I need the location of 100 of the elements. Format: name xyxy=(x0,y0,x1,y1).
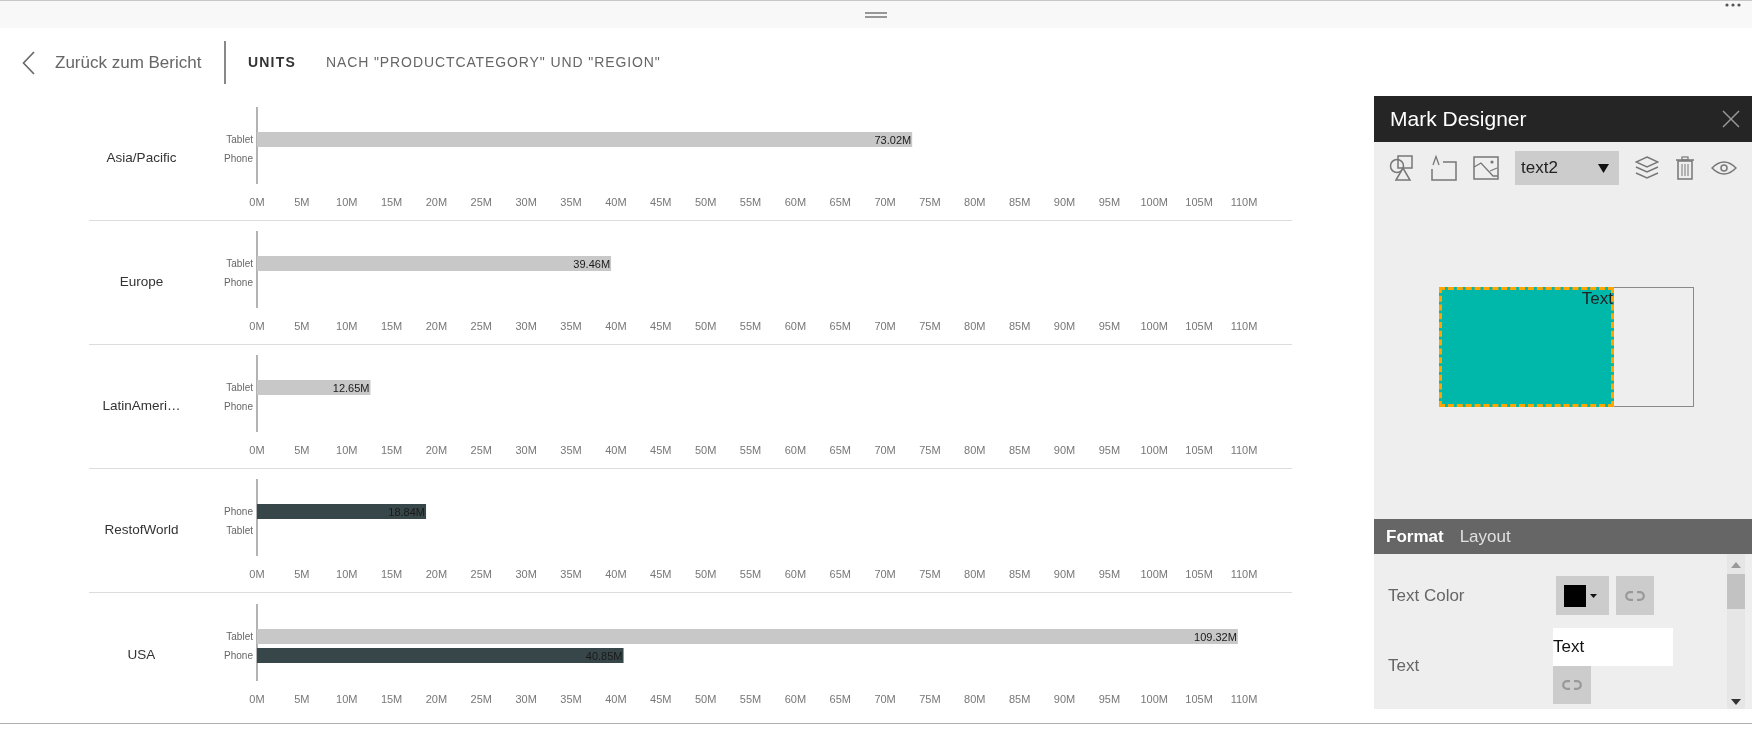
tick-label: 95M xyxy=(1098,196,1121,208)
tick-label: 65M xyxy=(829,568,851,580)
tab[interactable]: Format xyxy=(1380,523,1450,550)
tick-label: 85M xyxy=(1009,568,1031,580)
scrollbar[interactable] xyxy=(1727,554,1745,709)
tick-label: 90M xyxy=(1053,196,1076,208)
tick-label: 5M xyxy=(294,568,310,580)
tick-label: 85M xyxy=(1009,196,1031,208)
tick-label: 10M xyxy=(336,320,358,332)
tick-label: 50M xyxy=(694,692,717,705)
shapes-icon[interactable] xyxy=(1389,155,1415,181)
tick-label: 10M xyxy=(336,568,358,580)
back-link[interactable]: Zurück zum Bericht xyxy=(22,49,202,76)
tick-label: 70M xyxy=(874,444,896,456)
chart-title: LatinAmeri… xyxy=(101,397,182,416)
tick-label: 105M xyxy=(1185,444,1213,456)
trash-icon[interactable] xyxy=(1675,156,1695,180)
tick-label: 80M xyxy=(964,320,986,332)
tick-label: 60M xyxy=(784,692,807,705)
layers-icon[interactable] xyxy=(1635,156,1659,180)
tick-label: 80M xyxy=(964,568,986,580)
scroll-up-icon[interactable] xyxy=(1731,562,1741,568)
drag-handle-icon[interactable] xyxy=(865,11,887,18)
tick-label: 110M xyxy=(1230,320,1258,332)
tick-label: 25M xyxy=(470,320,492,332)
tick-label: 55M xyxy=(739,568,762,580)
more-options-icon[interactable] xyxy=(1725,2,1741,7)
tick-label: 100M xyxy=(1140,320,1169,332)
color-picker-button[interactable] xyxy=(1556,576,1609,615)
tick-label: 95M xyxy=(1098,568,1121,580)
tick-label: 90M xyxy=(1053,320,1076,332)
tick-label: 105M xyxy=(1185,320,1213,332)
tick-label: 75M xyxy=(919,568,941,580)
chart-title: Asia/Pacific xyxy=(105,149,178,168)
link-icon xyxy=(1625,590,1645,601)
mark-dropdown[interactable]: text2 xyxy=(1515,151,1619,185)
tick-label: 5M xyxy=(294,444,310,456)
tick-label: 100M xyxy=(1140,568,1169,580)
tick-label: 15M xyxy=(380,692,403,705)
tick-label: 45M xyxy=(650,692,672,705)
category-label: Tablet xyxy=(226,525,253,536)
tick-label: 15M xyxy=(380,320,403,332)
category-label: Phone xyxy=(224,277,253,288)
category-label: Tablet xyxy=(226,258,253,269)
caret-down-icon xyxy=(1598,163,1609,173)
tick-label: 35M xyxy=(560,196,582,208)
tick-label: 10M xyxy=(336,196,358,208)
category-label: Phone xyxy=(224,153,253,164)
tick-label: 25M xyxy=(470,444,492,456)
eye-icon[interactable] xyxy=(1711,160,1737,176)
tick-label: 25M xyxy=(470,568,492,580)
tick-label: 15M xyxy=(380,444,403,456)
category-label: Tablet xyxy=(226,134,253,145)
tick-label: 35M xyxy=(560,568,582,580)
field-label: Text xyxy=(1388,655,1421,678)
tick-label: 110M xyxy=(1230,692,1258,705)
tick-label: 105M xyxy=(1185,196,1213,208)
tick-label: 5M xyxy=(294,692,310,705)
tick-label: 100M xyxy=(1140,692,1169,705)
chart-title: USA xyxy=(126,645,157,664)
tick-label: 55M xyxy=(739,320,762,332)
tick-label: 35M xyxy=(560,692,582,705)
tick-label: 80M xyxy=(964,444,986,456)
tick-label: 45M xyxy=(650,196,672,208)
tick-label: 70M xyxy=(874,568,896,580)
data-label: 109.32M xyxy=(1194,630,1237,642)
data-label: 73.02M xyxy=(874,133,912,146)
text-mark[interactable]: Text xyxy=(1581,290,1613,309)
tick-label: 20M xyxy=(425,196,448,208)
tick-label: 75M xyxy=(919,444,941,456)
close-icon[interactable] xyxy=(1722,110,1740,128)
tick-label: 50M xyxy=(694,320,717,332)
tick-label: 80M xyxy=(964,196,986,208)
text-input[interactable]: Text xyxy=(1553,628,1673,666)
tick-label: 20M xyxy=(425,692,448,705)
category-label: Phone xyxy=(224,506,253,517)
caret-down-icon xyxy=(1590,593,1597,598)
tick-label: 90M xyxy=(1053,444,1076,456)
tick-label: 80M xyxy=(964,692,986,705)
tick-label: 5M xyxy=(294,196,310,208)
scroll-down-icon[interactable] xyxy=(1731,699,1741,705)
tick-label: 0M xyxy=(249,196,265,208)
text-box-icon[interactable] xyxy=(1431,155,1457,181)
data-label: 39.46M xyxy=(573,257,611,270)
tick-label: 60M xyxy=(784,568,807,580)
tick-label: 0M xyxy=(249,568,265,580)
tick-label: 35M xyxy=(560,320,582,332)
image-icon[interactable] xyxy=(1473,156,1499,180)
tick-label: 40M xyxy=(605,320,627,332)
tick-label: 85M xyxy=(1009,444,1031,456)
tick-label: 45M xyxy=(650,444,672,456)
tick-label: 30M xyxy=(515,444,537,456)
scrollbar-thumb[interactable] xyxy=(1727,574,1745,609)
tick-label: 55M xyxy=(739,196,762,208)
tick-label: 5M xyxy=(294,320,310,332)
tab[interactable]: Layout xyxy=(1453,523,1517,550)
tick-label: 30M xyxy=(515,196,537,208)
tick-label: 75M xyxy=(919,692,941,705)
data-label: 12.65M xyxy=(332,381,370,394)
tick-label: 85M xyxy=(1009,320,1031,332)
